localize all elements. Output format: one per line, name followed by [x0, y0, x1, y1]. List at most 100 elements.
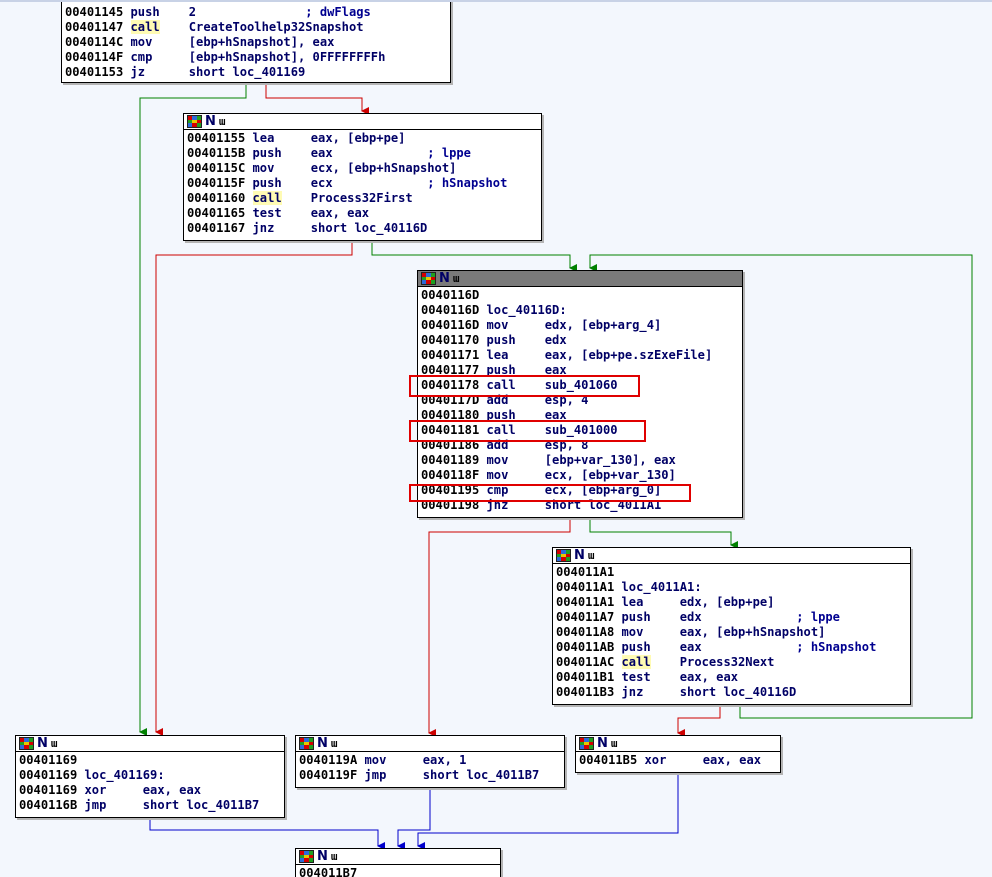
n-mark-icon[interactable]: N	[317, 736, 328, 751]
instruction-line[interactable]: 00401167 jnz short loc_40116D	[187, 221, 538, 236]
instruction-line[interactable]: 004011A7 push edx ; lppe	[556, 610, 907, 625]
graph-overview-icon[interactable]: ɯ	[331, 737, 338, 750]
block-code: 00401169 00401169 loc_401169: 00401169 xor…	[16, 752, 284, 814]
instruction-line[interactable]: 004011A8 mov eax, [ebp+hSnapshot]	[556, 625, 907, 640]
instruction-line[interactable]: 00401147 call CreateToolhelp32Snapshot	[65, 20, 447, 35]
instruction-line[interactable]: 004011B3 jnz short loc_40116D	[556, 685, 907, 700]
instruction-line[interactable]: 0040116D	[421, 288, 739, 303]
instruction-line[interactable]: 004011A1 loc_4011A1:	[556, 580, 907, 595]
instruction-line[interactable]: 004011AB push eax ; hSnapshot	[556, 640, 907, 655]
instruction-mnemonic: mov	[486, 318, 509, 332]
instruction-address: 0040115B	[187, 146, 246, 160]
graph-overview-icon[interactable]: ɯ	[611, 737, 618, 750]
instruction-mnemonic: push	[621, 610, 651, 624]
instruction-line[interactable]: 0040115F push ecx ; hSnapshot	[187, 176, 538, 191]
instruction-line[interactable]: 00401155 lea eax, [ebp+pe]	[187, 131, 538, 146]
graph-overview-icon[interactable]: ɯ	[453, 272, 460, 285]
basic-block-loc_4011B7[interactable]: Nɯ 004011B7	[295, 848, 501, 877]
instruction-line[interactable]: 004011AC call Process32Next	[556, 655, 907, 670]
instruction-line[interactable]: 0040116B jmp short loc_4011B7	[19, 798, 281, 813]
instruction-line[interactable]: 0040115B push eax ; lppe	[187, 146, 538, 161]
instruction-address: 0040116D	[421, 318, 480, 332]
block-header[interactable]: Nɯ	[184, 114, 541, 130]
graph-overview-icon[interactable]: ɯ	[588, 549, 595, 562]
block-color-grid-icon[interactable]	[421, 272, 436, 285]
instruction-line[interactable]: 0040114F cmp [ebp+hSnapshot], 0FFFFFFFFh	[65, 50, 447, 65]
block-header[interactable]: Nɯ	[296, 849, 500, 865]
instruction-line[interactable]: 0040115C mov ecx, [ebp+hSnapshot]	[187, 161, 538, 176]
instruction-comment: ; lppe	[427, 146, 471, 160]
instruction-address: 0040114F	[65, 50, 124, 64]
instruction-line[interactable]: 00401165 test eax, eax	[187, 206, 538, 221]
graph-overview-icon[interactable]: ɯ	[331, 850, 338, 863]
basic-block-loc_4011A1[interactable]: Nɯ 004011A1 004011A1 loc_4011A1: 004011A1 l…	[552, 547, 911, 705]
instruction-line[interactable]: 00401171 lea eax, [ebp+pe.szExeFile]	[421, 348, 739, 363]
block-color-grid-icon[interactable]	[187, 115, 202, 128]
n-mark-icon[interactable]: N	[439, 271, 450, 286]
n-mark-icon[interactable]: N	[574, 548, 585, 563]
block-color-grid-icon[interactable]	[299, 737, 314, 750]
instruction-line[interactable]: 00401169 xor eax, eax	[19, 783, 281, 798]
edge-b6-b8	[397, 787, 431, 850]
instruction-line[interactable]: 00401153 jz short loc_401169	[65, 65, 447, 80]
instruction-mnemonic: mov	[364, 753, 387, 767]
block-color-grid-icon[interactable]	[579, 737, 594, 750]
instruction-line[interactable]: 004011A1	[556, 565, 907, 580]
basic-block-0040119A[interactable]: Nɯ 0040119A mov eax, 1 0040119F jmp short …	[295, 735, 565, 788]
instruction-line[interactable]: 00401145 push 2 ; dwFlags	[65, 5, 447, 20]
instruction-line[interactable]: 0040114C mov [ebp+hSnapshot], eax	[65, 35, 447, 50]
basic-block-00401155[interactable]: Nɯ 00401155 lea eax, [ebp+pe] 0040115B pus…	[183, 113, 542, 241]
block-header[interactable]: Nɯ	[296, 736, 564, 752]
instruction-line[interactable]: 004011B1 test eax, eax	[556, 670, 907, 685]
instruction-line[interactable]: 00401169 loc_401169:	[19, 768, 281, 783]
instruction-mnemonic: jnz	[252, 221, 275, 235]
block-color-grid-icon[interactable]	[19, 737, 34, 750]
block-color-grid-icon[interactable]	[556, 549, 571, 562]
edge-b5-b8	[149, 817, 385, 850]
instruction-mnemonic: mov	[621, 625, 644, 639]
instruction-address: 004011B7	[299, 866, 358, 877]
instruction-mnemonic: push	[486, 333, 516, 347]
block-header[interactable]: Nɯ	[576, 736, 780, 752]
instruction-mnemonic: call	[621, 655, 651, 669]
instruction-address: 0040119F	[299, 768, 358, 782]
instruction-line[interactable]: 00401160 call Process32First	[187, 191, 538, 206]
instruction-address: 004011AC	[556, 655, 615, 669]
instruction-line[interactable]: 00401189 mov [ebp+var_130], eax	[421, 453, 739, 468]
block-header[interactable]: Nɯ	[418, 271, 742, 287]
basic-block-00401145[interactable]: 00401145 push 2 ; dwFlags 00401147 call C…	[61, 2, 451, 83]
instruction-operand: eax	[679, 640, 702, 654]
graph-view-canvas[interactable]: 00401145 push 2 ; dwFlags 00401147 call C…	[0, 0, 992, 877]
instruction-line[interactable]: 0040116D mov edx, [ebp+arg_4]	[421, 318, 739, 333]
n-mark-icon[interactable]: N	[317, 849, 328, 864]
instruction-line[interactable]: 004011B5 xor eax, eax	[579, 753, 777, 768]
graph-overview-icon[interactable]: ɯ	[219, 115, 226, 128]
block-code: 004011B5 xor eax, eax	[576, 752, 780, 769]
block-color-grid-icon[interactable]	[299, 850, 314, 863]
basic-block-loc_401169[interactable]: Nɯ 00401169 00401169 loc_401169: 00401169 x…	[15, 735, 285, 818]
instruction-line[interactable]: 0040119A mov eax, 1	[299, 753, 561, 768]
instruction-line[interactable]: 0040116D loc_40116D:	[421, 303, 739, 318]
instruction-operand: [ebp+var_130], eax	[544, 453, 676, 467]
block-header[interactable]: Nɯ	[553, 548, 910, 564]
instruction-line[interactable]: 0040119F jmp short loc_4011B7	[299, 768, 561, 783]
instruction-line[interactable]: 004011A1 lea edx, [ebp+pe]	[556, 595, 907, 610]
n-mark-icon[interactable]: N	[597, 736, 608, 751]
instruction-line[interactable]: 00401169	[19, 753, 281, 768]
instruction-comment: ; hSnapshot	[427, 176, 508, 190]
instruction-line[interactable]: 00401170 push edx	[421, 333, 739, 348]
n-mark-icon[interactable]: N	[37, 736, 48, 751]
block-header[interactable]: Nɯ	[16, 736, 284, 752]
basic-block-004011B5[interactable]: Nɯ 004011B5 xor eax, eax	[575, 735, 781, 773]
instruction-line[interactable]: 0040118F mov ecx, [ebp+var_130]	[421, 468, 739, 483]
graph-overview-icon[interactable]: ɯ	[51, 737, 58, 750]
instruction-operand: [ebp+hSnapshot], eax	[188, 35, 335, 49]
instruction-address: 00401167	[187, 221, 246, 235]
instruction-line[interactable]: 004011B7	[299, 866, 497, 877]
instruction-address: 004011B5	[579, 753, 638, 767]
n-mark-icon[interactable]: N	[205, 114, 216, 129]
instruction-mnemonic: loc_40116D:	[486, 303, 567, 317]
instruction-mnemonic: xor	[644, 753, 667, 767]
highlight-box-call-sub_401000	[409, 420, 646, 442]
instruction-operand: short loc_401169	[188, 65, 306, 79]
